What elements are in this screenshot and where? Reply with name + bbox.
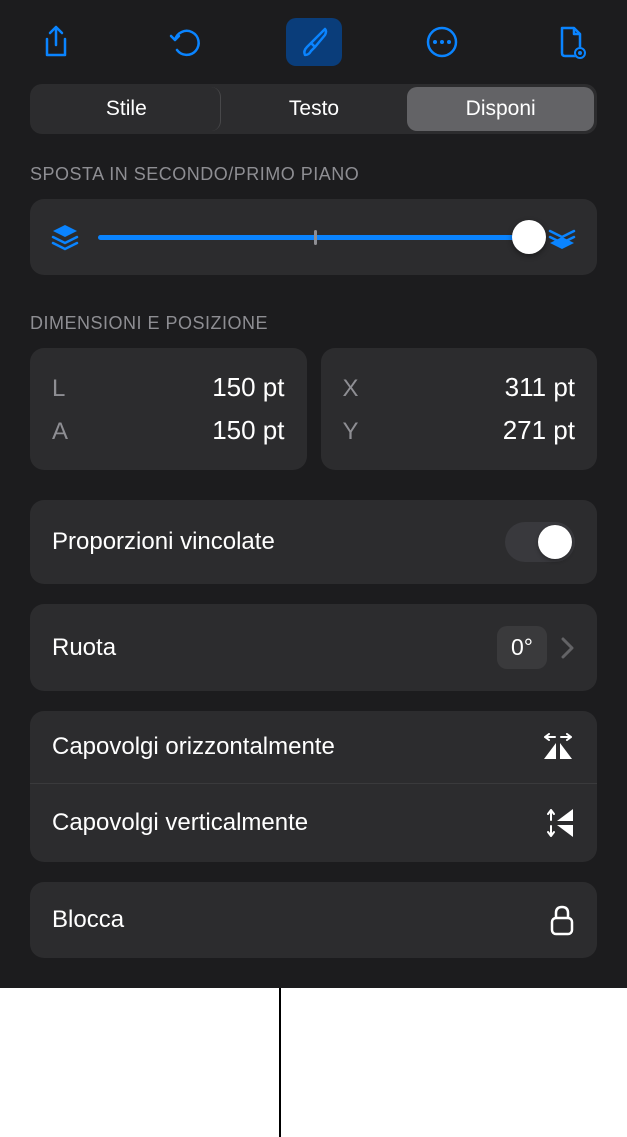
sizepos-section-label: DIMENSIONI E POSIZIONE (30, 313, 597, 334)
lock-icon (549, 904, 575, 936)
flip-v-label: Capovolgi verticalmente (52, 809, 308, 837)
constrain-row[interactable]: Proporzioni vincolate (30, 500, 597, 584)
constrain-label: Proporzioni vincolate (52, 528, 275, 556)
document-icon (556, 25, 586, 59)
ellipsis-circle-icon (425, 25, 459, 59)
rotate-label: Ruota (52, 634, 116, 662)
layer-slider-card (30, 199, 597, 275)
send-back-icon (50, 223, 80, 251)
y-label: Y (343, 418, 359, 446)
lock-row[interactable]: Blocca (30, 882, 597, 958)
tab-text[interactable]: Testo (221, 87, 408, 131)
flip-vertical-row[interactable]: Capovolgi verticalmente (30, 783, 597, 862)
share-button[interactable] (28, 18, 84, 66)
flip-h-label: Capovolgi orizzontalmente (52, 733, 335, 761)
flip-horizontal-row[interactable]: Capovolgi orizzontalmente (30, 711, 597, 783)
x-label: X (343, 375, 359, 403)
size-card[interactable]: L 150 pt A 150 pt (30, 348, 307, 470)
constrain-toggle[interactable] (505, 522, 575, 562)
slider-tick (314, 230, 317, 245)
width-label: L (52, 375, 65, 403)
paintbrush-icon (297, 25, 331, 59)
rotate-row[interactable]: Ruota 0° (30, 604, 597, 691)
undo-icon (169, 26, 201, 58)
callout-line (279, 988, 281, 1137)
tab-style[interactable]: Stile (33, 87, 221, 131)
x-value: 311 pt (505, 372, 575, 403)
layer-section-label: SPOSTA IN SECONDO/PRIMO PIANO (30, 164, 597, 185)
width-value: 150 pt (212, 372, 284, 403)
more-button[interactable] (414, 18, 470, 66)
chevron-right-icon (561, 636, 575, 660)
flip-vertical-icon (547, 806, 575, 840)
tab-arrange[interactable]: Disponi (407, 87, 594, 131)
toggle-knob (538, 525, 572, 559)
height-value: 150 pt (212, 415, 284, 446)
position-card[interactable]: X 311 pt Y 271 pt (321, 348, 598, 470)
undo-button[interactable] (157, 18, 213, 66)
height-label: A (52, 418, 68, 446)
layer-slider[interactable] (98, 235, 529, 240)
format-tabs: Stile Testo Disponi (30, 84, 597, 134)
rotate-value: 0° (497, 626, 547, 669)
share-icon (42, 25, 70, 59)
lock-label: Blocca (52, 906, 124, 934)
flip-horizontal-icon (541, 733, 575, 761)
document-button[interactable] (543, 18, 599, 66)
bring-front-icon (547, 223, 577, 251)
slider-thumb[interactable] (512, 220, 546, 254)
y-value: 271 pt (503, 415, 575, 446)
format-button[interactable] (286, 18, 342, 66)
